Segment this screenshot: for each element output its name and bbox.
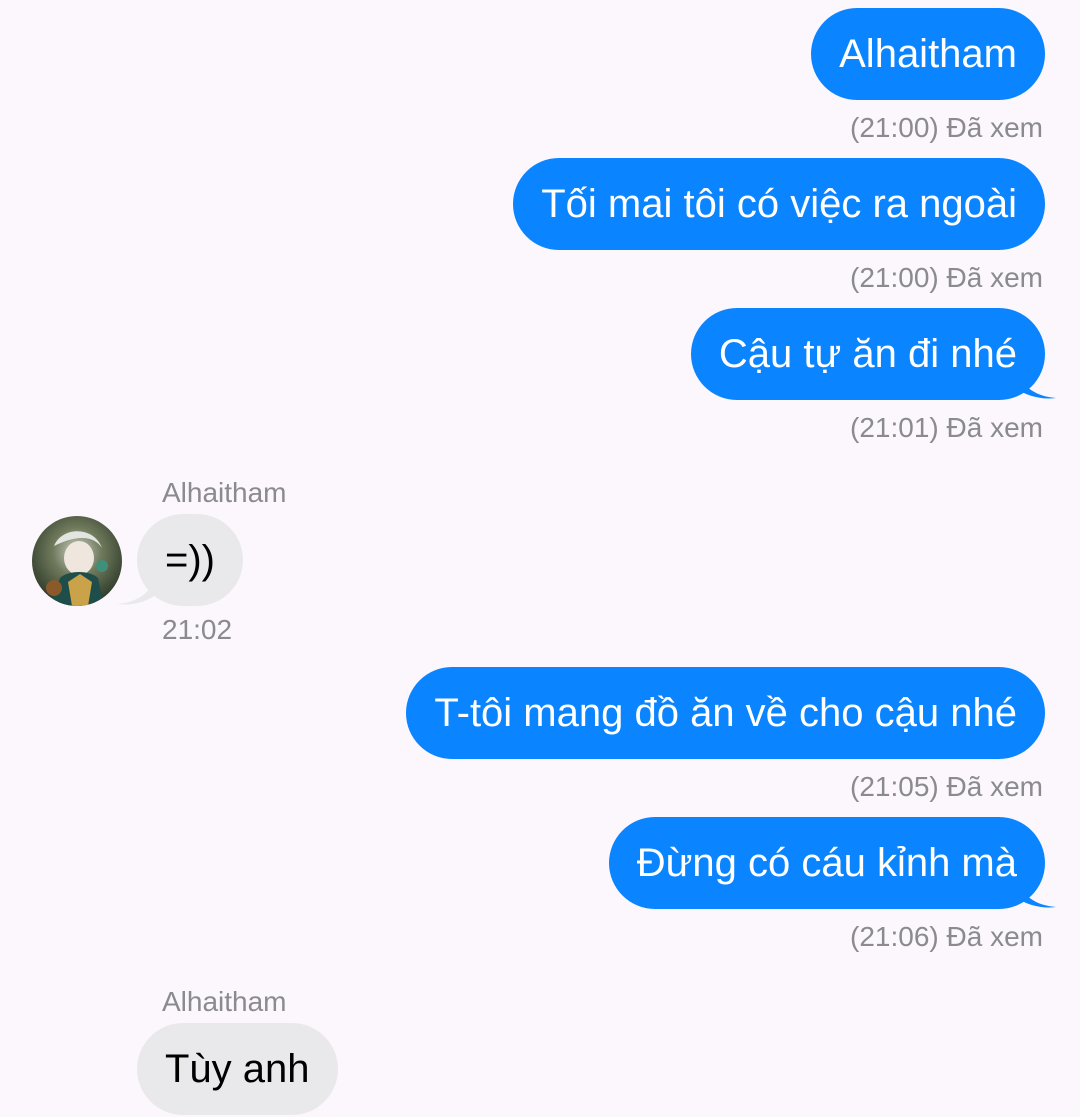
chat-screen: { "conversation": { "contact_name": "Alh…	[0, 0, 1080, 1117]
message-status: (21:00) Đã xem	[850, 262, 1043, 293]
message-status: (21:05) Đã xem	[850, 771, 1043, 802]
received-message-bubble[interactable]: =))	[137, 514, 243, 606]
message-status: (21:00) Đã xem	[850, 112, 1043, 143]
message-text: Cậu tự ăn đi nhé	[718, 332, 1017, 376]
sent-message-bubble[interactable]: T-tôi mang đồ ăn về cho cậu nhé	[406, 667, 1045, 759]
message-text: Đừng có cáu kỉnh mà	[636, 841, 1017, 885]
message-status: (21:01) Đã xem	[850, 412, 1043, 443]
message-time: 21:02	[162, 614, 233, 645]
message-status: (21:06) Đã xem	[850, 921, 1043, 952]
message-text: Tối mai tôi có việc ra ngoài	[541, 182, 1017, 226]
sent-message-bubble[interactable]: Alhaitham	[811, 8, 1045, 100]
sent-message-bubble[interactable]: Cậu tự ăn đi nhé	[690, 308, 1045, 400]
message-text: T-tôi mang đồ ăn về cho cậu nhé	[434, 691, 1017, 735]
received-message-bubble[interactable]: Tùy anh	[137, 1023, 338, 1115]
sender-name: Alhaitham	[162, 986, 287, 1017]
sent-message-bubble[interactable]: Tối mai tôi có việc ra ngoài	[513, 158, 1045, 250]
sent-message-bubble[interactable]: Đừng có cáu kỉnh mà	[608, 817, 1045, 909]
avatar-image-icon	[32, 516, 122, 606]
message-text: Tùy anh	[165, 1047, 310, 1091]
message-text: =))	[165, 538, 215, 582]
message-text: Alhaitham	[839, 32, 1017, 76]
sender-name: Alhaitham	[162, 477, 287, 508]
contact-avatar[interactable]	[32, 516, 122, 606]
